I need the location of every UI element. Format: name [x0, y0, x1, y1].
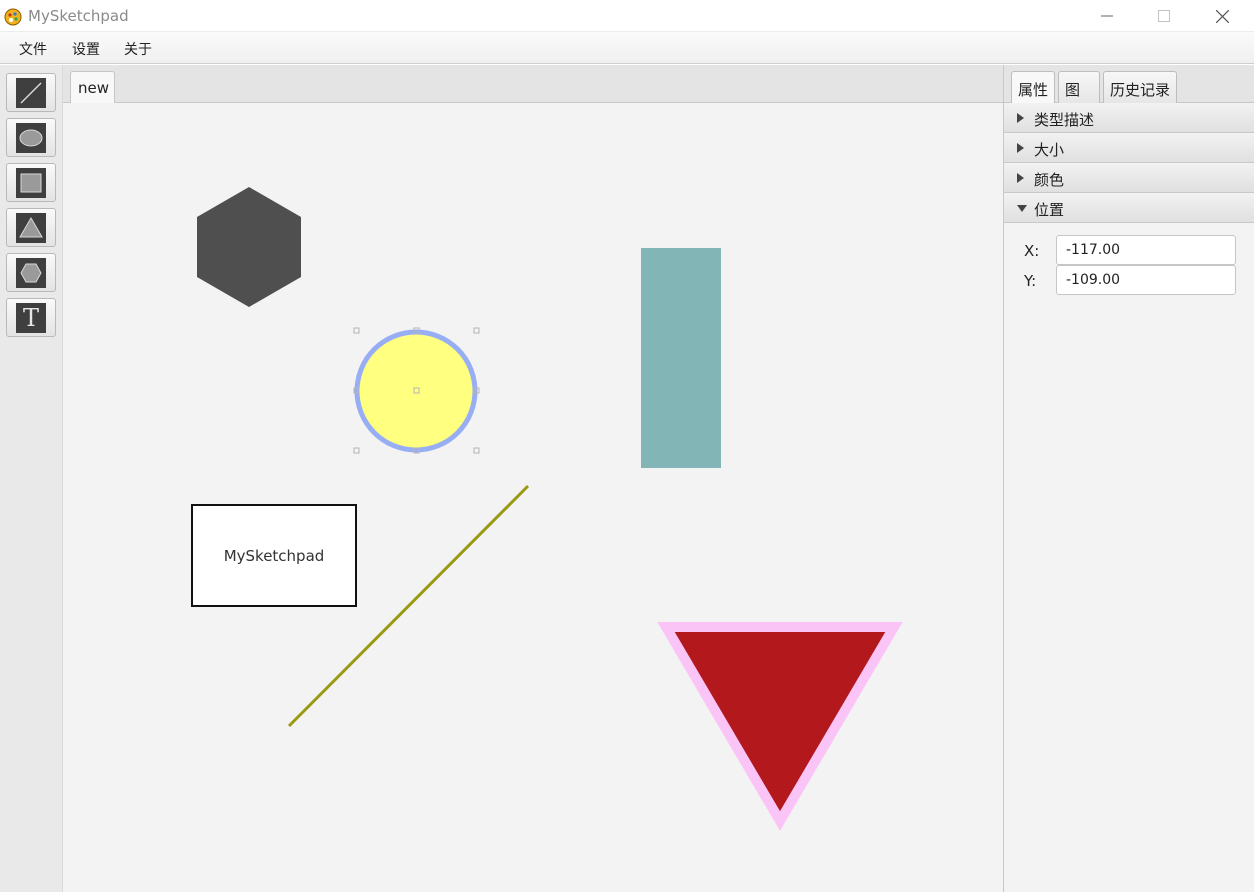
tab-shapes[interactable]: 图形	[1058, 71, 1100, 120]
rectangle-tool-button[interactable]	[6, 163, 56, 202]
menu-settings[interactable]: 设置	[72, 39, 100, 59]
menu-about[interactable]: 关于	[124, 39, 152, 59]
circle-shape[interactable]	[354, 329, 478, 453]
section-size[interactable]: 大小	[1004, 133, 1254, 163]
expand-arrow-icon	[1017, 113, 1024, 123]
section-label: 类型描述	[1034, 111, 1095, 129]
resize-handle[interactable]	[473, 447, 480, 454]
resize-handle[interactable]	[473, 327, 480, 334]
minimize-button[interactable]	[1084, 0, 1130, 32]
text-shape-label: MySketchpad	[223, 546, 325, 565]
panel-tabs: 属性 图形 历史记录	[1004, 65, 1254, 120]
rectangle-shape[interactable]	[641, 248, 721, 468]
tab-history[interactable]: 历史记录	[1103, 71, 1177, 103]
hexagon-icon	[16, 257, 46, 288]
drawing-canvas[interactable]: MySketchpad	[63, 103, 1003, 892]
tab-new[interactable]: new	[70, 71, 115, 104]
section-type-description[interactable]: 类型描述	[1004, 103, 1254, 133]
side-panel: 属性 图形 历史记录 类型描述 大小 颜色 位置 X: Y:	[1003, 65, 1254, 892]
text-tool-button[interactable]: T	[6, 298, 56, 337]
collapse-arrow-icon	[1017, 205, 1027, 212]
expand-arrow-icon	[1017, 173, 1024, 183]
line-tool-button[interactable]	[6, 73, 56, 112]
text-icon: T	[16, 302, 46, 333]
resize-handle[interactable]	[353, 447, 360, 454]
minimize-icon	[1101, 15, 1113, 17]
triangle-tool-button[interactable]	[6, 208, 56, 247]
tool-palette: T	[0, 65, 63, 892]
x-position-input[interactable]	[1056, 235, 1236, 265]
ellipse-icon	[16, 122, 46, 153]
section-color[interactable]: 颜色	[1004, 163, 1254, 193]
section-position[interactable]: 位置	[1004, 193, 1254, 223]
menu-bar: 文件 设置 关于	[0, 32, 1254, 64]
triangle-shape[interactable]	[657, 622, 903, 831]
y-label: Y:	[1024, 272, 1037, 290]
maximize-icon	[1158, 10, 1170, 22]
hexagon-shape[interactable]	[197, 187, 301, 307]
app-icon	[4, 8, 22, 26]
text-tool-glyph: T	[22, 303, 39, 332]
window-title: MySketchpad	[28, 7, 129, 25]
close-button[interactable]	[1199, 0, 1245, 32]
section-label: 位置	[1034, 201, 1065, 219]
y-position-input[interactable]	[1056, 265, 1236, 295]
x-label: X:	[1024, 242, 1040, 260]
title-bar: MySketchpad	[0, 0, 1254, 32]
canvas-shapes	[197, 187, 903, 831]
section-label: 颜色	[1034, 171, 1065, 189]
triangle-icon	[16, 212, 46, 243]
close-icon	[1215, 9, 1229, 23]
rectangle-icon	[16, 167, 46, 198]
text-shape[interactable]: MySketchpad	[191, 504, 357, 607]
expand-arrow-icon	[1017, 143, 1024, 153]
ellipse-tool-button[interactable]	[6, 118, 56, 157]
resize-handle[interactable]	[353, 327, 360, 334]
tab-properties[interactable]: 属性	[1011, 71, 1055, 103]
section-label: 大小	[1034, 141, 1065, 159]
maximize-button[interactable]	[1141, 0, 1187, 32]
line-icon	[16, 77, 46, 108]
document-tabs: new	[63, 65, 1003, 104]
hexagon-tool-button[interactable]	[6, 253, 56, 292]
menu-file[interactable]: 文件	[19, 39, 47, 59]
